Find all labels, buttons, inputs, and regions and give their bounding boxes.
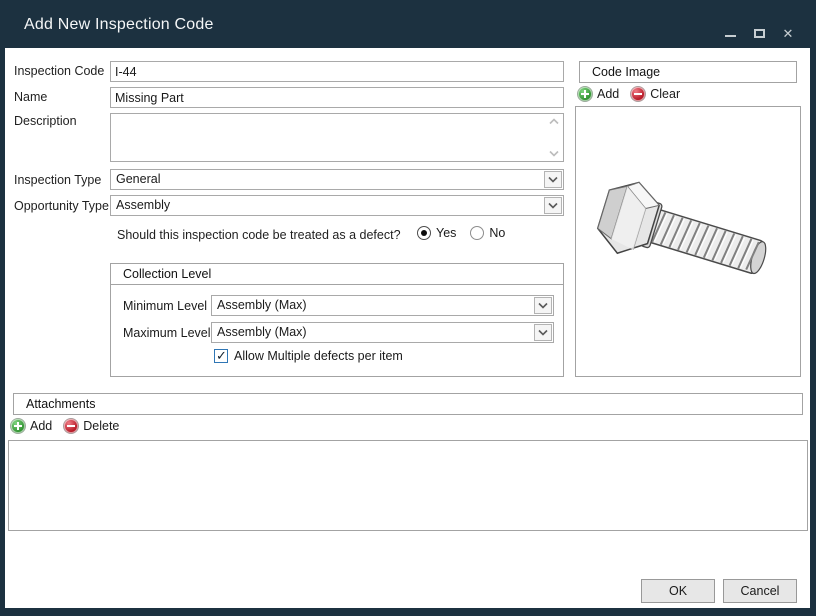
code-image-preview — [575, 106, 801, 377]
attachments-list[interactable] — [8, 440, 808, 531]
minimum-level-select[interactable]: Assembly (Max) — [211, 295, 554, 316]
collection-level-header: Collection Level — [110, 263, 564, 285]
minimize-icon — [725, 35, 736, 37]
radio-yes-label: Yes — [436, 226, 456, 240]
description-label: Description — [14, 114, 77, 128]
defect-radio-group: Yes No — [417, 226, 505, 240]
plus-circle-icon — [578, 87, 592, 101]
radio-no-circle — [470, 226, 484, 240]
inspection-type-select[interactable]: General — [110, 169, 564, 190]
maximum-level-select[interactable]: Assembly (Max) — [211, 322, 554, 343]
radio-yes-circle — [417, 226, 431, 240]
chevron-down-icon[interactable] — [544, 171, 562, 188]
add-label: Add — [597, 87, 619, 101]
attachments-toolbar: Add Delete — [8, 415, 808, 437]
minimize-button[interactable] — [722, 26, 738, 40]
code-image-clear-button[interactable]: Clear — [631, 87, 680, 101]
inspection-type-value: General — [116, 172, 541, 186]
checkbox-icon: ✓ — [214, 349, 228, 363]
defect-question-label: Should this inspection code be treated a… — [117, 228, 401, 242]
collection-level-body: Minimum Level Assembly (Max) Maximum Lev… — [110, 284, 564, 377]
description-textarea[interactable] — [110, 113, 564, 162]
name-label: Name — [14, 90, 47, 104]
close-button[interactable]: ✕ — [780, 26, 796, 40]
scrollbar-down-icon[interactable] — [549, 150, 559, 157]
code-image-panel: Code Image Add Clear — [575, 61, 801, 377]
scrollbar-up-icon[interactable] — [549, 118, 559, 125]
maximum-level-value: Assembly (Max) — [217, 325, 531, 339]
chevron-down-icon[interactable] — [534, 324, 552, 341]
maximize-button[interactable] — [751, 26, 767, 40]
opportunity-type-label: Opportunity Type — [14, 199, 109, 213]
minus-circle-icon — [64, 419, 78, 433]
inspection-code-label: Inspection Code — [14, 64, 104, 78]
minimum-level-label: Minimum Level — [123, 299, 207, 313]
opportunity-type-value: Assembly — [116, 198, 541, 212]
delete-label: Delete — [83, 419, 119, 433]
radio-no[interactable]: No — [470, 226, 505, 240]
collection-level-group: Collection Level Minimum Level Assembly … — [110, 263, 564, 377]
opportunity-type-select[interactable]: Assembly — [110, 195, 564, 216]
allow-multiple-defects-checkbox[interactable]: ✓ Allow Multiple defects per item — [214, 349, 403, 363]
minus-circle-icon — [631, 87, 645, 101]
code-image-toolbar: Add Clear — [575, 83, 801, 105]
window-controls: ✕ — [722, 26, 796, 40]
attachments-header: Attachments — [13, 393, 803, 415]
inspection-type-label: Inspection Type — [14, 173, 101, 187]
window-title: Add New Inspection Code — [24, 16, 214, 34]
attachments-add-button[interactable]: Add — [11, 419, 52, 433]
code-image-header: Code Image — [579, 61, 797, 83]
plus-circle-icon — [11, 419, 25, 433]
code-image-add-button[interactable]: Add — [578, 87, 619, 101]
minimum-level-value: Assembly (Max) — [217, 298, 531, 312]
radio-no-label: No — [489, 226, 505, 240]
chevron-down-icon[interactable] — [544, 197, 562, 214]
add-label: Add — [30, 419, 52, 433]
close-icon: ✕ — [783, 27, 794, 40]
maximum-level-label: Maximum Level — [123, 326, 211, 340]
clear-label: Clear — [650, 87, 680, 101]
allow-multiple-defects-label: Allow Multiple defects per item — [234, 349, 403, 363]
hex-bolt-image — [588, 172, 788, 312]
name-input[interactable] — [110, 87, 564, 108]
dialog-content: Inspection Code Name Description Inspect… — [5, 48, 810, 608]
maximize-icon — [754, 29, 765, 38]
ok-button[interactable]: OK — [641, 579, 715, 603]
inspection-code-input[interactable] — [110, 61, 564, 82]
attachments-delete-button[interactable]: Delete — [64, 419, 119, 433]
cancel-button[interactable]: Cancel — [723, 579, 797, 603]
attachments-panel: Attachments Add Delete — [8, 393, 808, 531]
title-bar: Add New Inspection Code ✕ — [0, 0, 816, 48]
chevron-down-icon[interactable] — [534, 297, 552, 314]
radio-yes[interactable]: Yes — [417, 226, 456, 240]
